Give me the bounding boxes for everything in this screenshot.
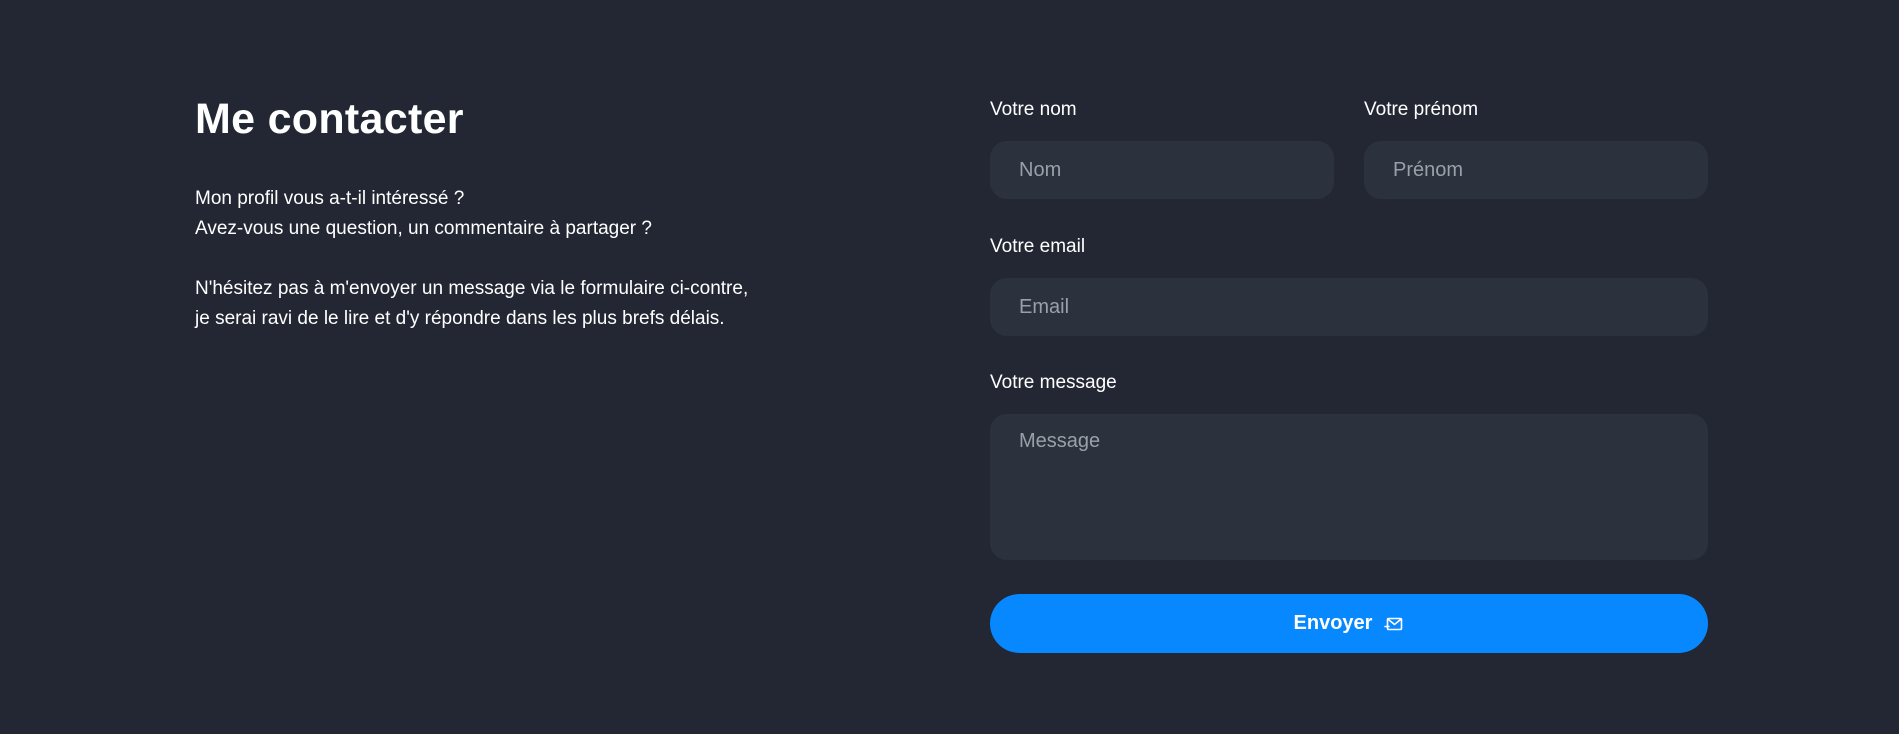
contact-intro-section: Me contacter Mon profil vous a-t-il inté… [195,90,835,364]
intro-line-3: N'hésitez pas à m'envoyer un message via… [195,278,749,299]
contact-form: Votre nom Votre prénom Votre email Votre… [990,96,1708,653]
intro-line-2: Avez-vous une question, un commentaire à… [195,218,652,239]
message-textarea[interactable] [990,414,1708,560]
prenom-field-group: Votre prénom [1364,96,1708,199]
nom-input[interactable] [990,141,1334,199]
intro-paragraph-1: Mon profil vous a-t-il intéressé ? Avez-… [195,184,835,244]
intro-line-1: Mon profil vous a-t-il intéressé ? [195,188,465,209]
intro-paragraph-2: N'hésitez pas à m'envoyer un message via… [195,274,835,334]
name-row: Votre nom Votre prénom [990,96,1708,199]
nom-field-group: Votre nom [990,96,1334,199]
intro-text: Mon profil vous a-t-il intéressé ? Avez-… [195,184,835,334]
nom-label: Votre nom [990,99,1077,120]
prenom-label: Votre prénom [1364,99,1479,120]
email-input[interactable] [990,278,1708,336]
submit-button[interactable]: Envoyer [990,594,1708,653]
page-title: Me contacter [195,95,464,143]
message-field-group: Votre message [990,369,1708,560]
intro-line-4: je serai ravi de le lire et d'y répondre… [195,308,725,329]
email-field-group: Votre email [990,233,1708,336]
message-label: Votre message [990,372,1117,393]
email-label: Votre email [990,236,1086,257]
prenom-input[interactable] [1364,141,1708,199]
submit-button-label: Envoyer [1293,612,1373,634]
send-mail-icon [1384,614,1404,634]
